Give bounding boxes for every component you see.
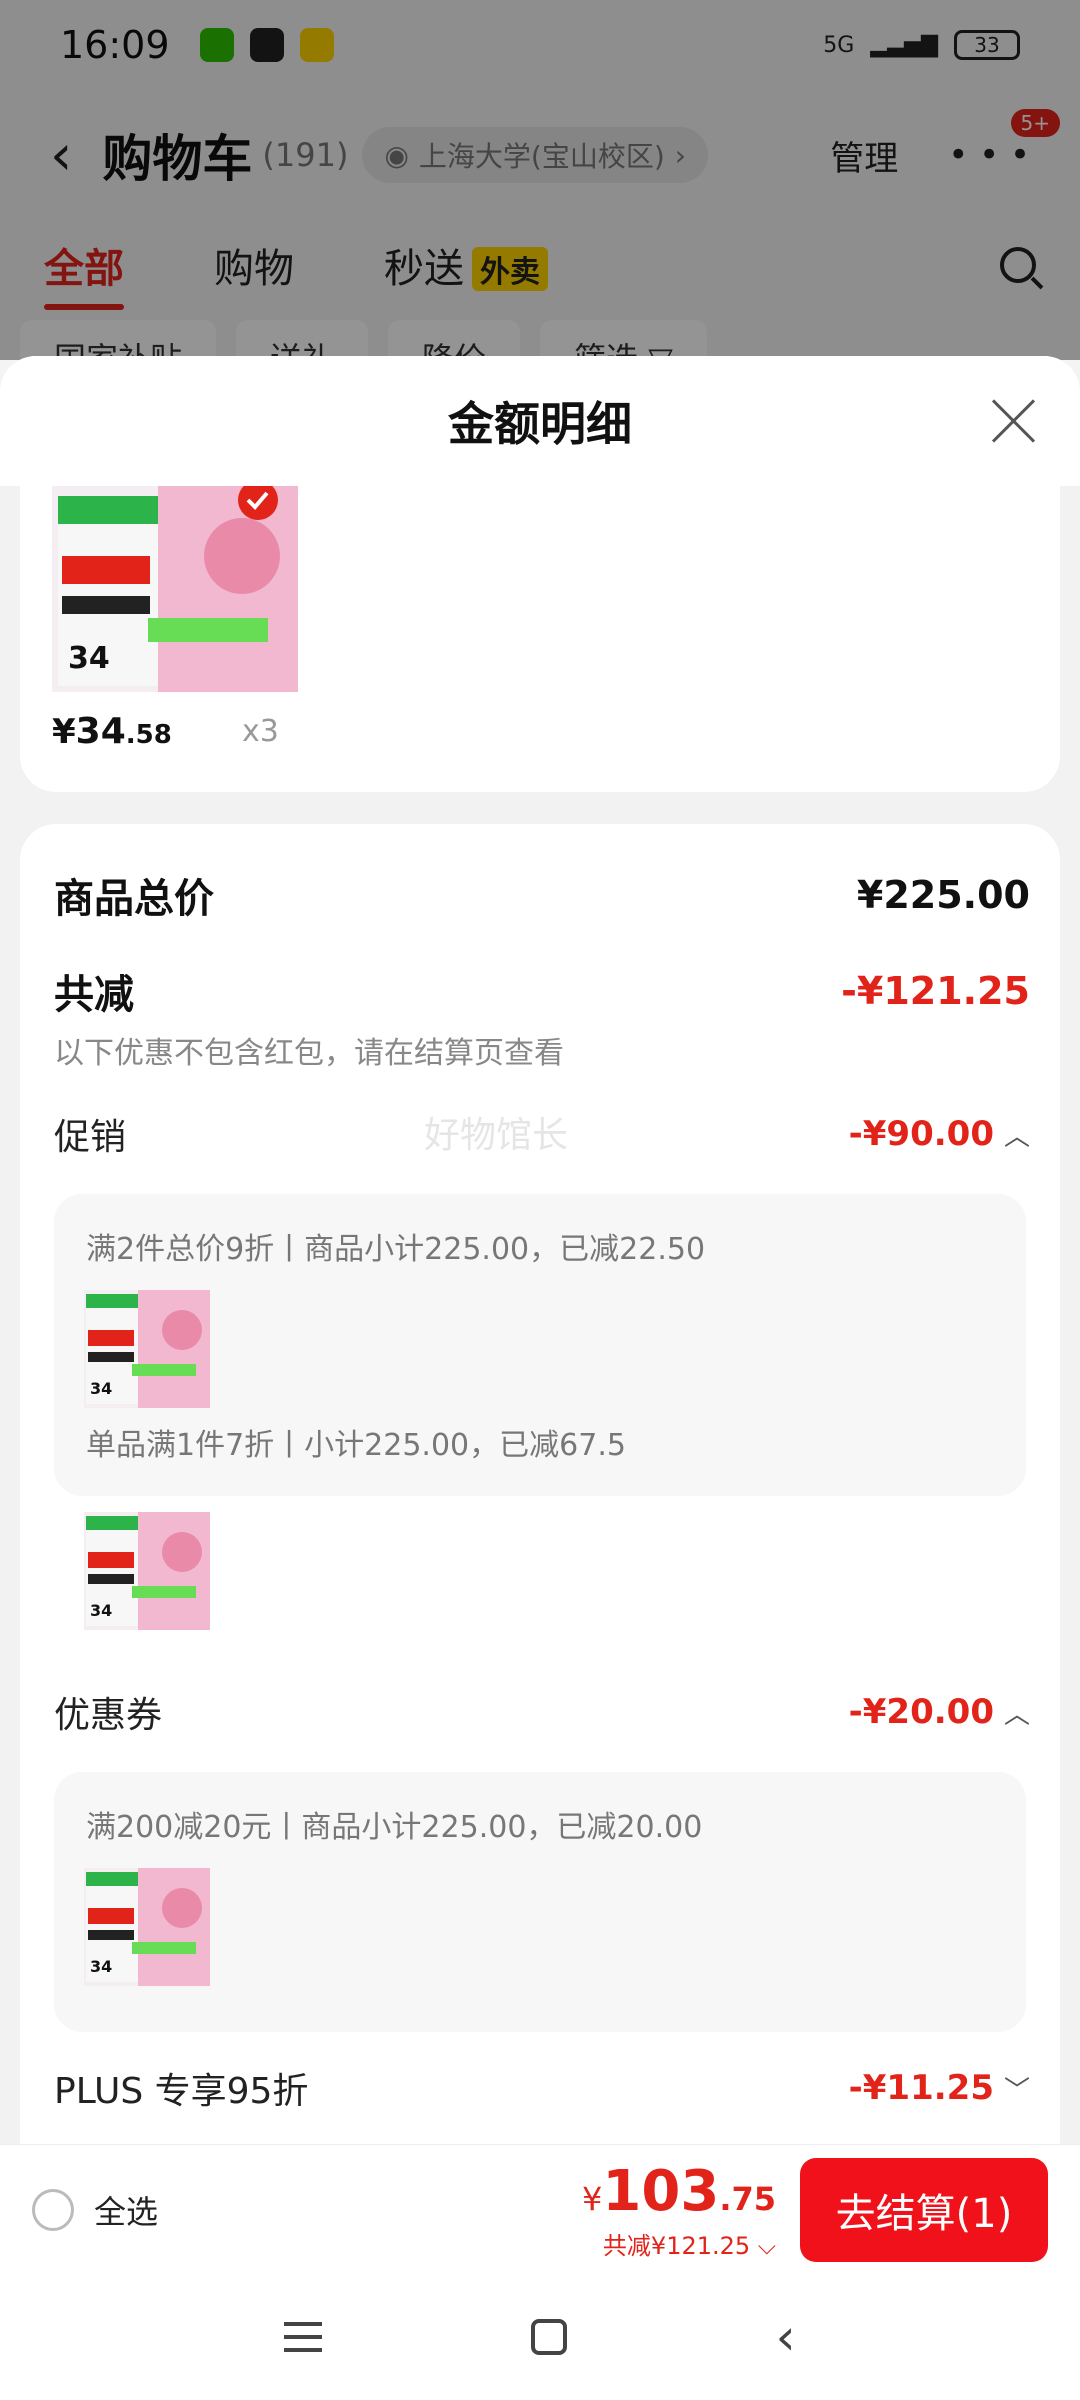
system-nav-bar: ‹ [0, 2274, 1080, 2400]
coupon-product-thumb: 34 [84, 1868, 210, 1986]
plus-row[interactable]: PLUS 专享95折 -¥11.25 ﹀ [54, 2062, 1030, 2114]
coupon-line-1: 满200减20元丨商品小计225.00，已减20.00 [86, 1810, 703, 1845]
amount-detail-card: 商品总价 ¥225.00 共减 -¥121.25 以下优惠不包含红包，请在结算页… [20, 824, 1060, 2224]
total-discount: 共减¥121.25 ⌵ [602, 2231, 776, 2260]
svg-text:34: 34 [68, 641, 110, 676]
price-currency: ¥ [52, 712, 76, 752]
overlay-dim[interactable] [0, 0, 1080, 360]
goods-total-row: 商品总价 ¥225.00 [54, 866, 1030, 924]
product-card: 34 ¥ 34 .58 x3 [20, 486, 1060, 792]
product-quantity: x3 [242, 714, 279, 749]
chevron-up-icon[interactable]: ︿ [1004, 1694, 1030, 1731]
total-currency: ¥ [582, 2179, 603, 2218]
plus-label: PLUS 专享95折 [54, 2071, 309, 2112]
promo-product-thumb-1: 34 [84, 1290, 210, 1408]
rice-product-image: 34 [52, 486, 298, 692]
coupon-value: -¥20.00 [848, 1692, 994, 1732]
menu-icon[interactable] [284, 2322, 323, 2352]
goods-total-label: 商品总价 [54, 876, 214, 922]
price-decimal: .58 [125, 720, 172, 750]
chevron-down-icon[interactable]: ﹀ [1004, 2070, 1030, 2107]
svg-text:34: 34 [90, 1379, 112, 1398]
sheet-title: 金额明细 [448, 397, 632, 451]
coupon-row[interactable]: 优惠券 -¥20.00 ︿ [54, 1686, 1030, 1738]
svg-text:34: 34 [90, 1957, 112, 1976]
coupon-label: 优惠券 [54, 1695, 163, 1736]
discount-label: 共减 [54, 972, 134, 1018]
total-integer: 103 [602, 2158, 720, 2224]
promo-line-1: 满2件总价9折丨商品小计225.00，已减22.50 [86, 1232, 706, 1267]
select-all-radio[interactable] [32, 2188, 74, 2231]
total-summary[interactable]: ¥ 103 .75 共减¥121.25 ⌵ [582, 2159, 776, 2261]
checkout-button[interactable]: 去结算(1) [800, 2157, 1048, 2262]
plus-value: -¥11.25 [848, 2068, 994, 2108]
watermark: 好物馆长 [424, 1115, 569, 1156]
price-integer: 34 [75, 711, 126, 752]
product-price: ¥ 34 .58 [52, 711, 172, 752]
sheet-header: 金额明细 [0, 356, 1080, 486]
promo-label: 促销 [54, 1117, 127, 1158]
select-all-label[interactable]: 全选 [94, 2187, 158, 2233]
promo-product-thumb-2: 34 [84, 1512, 210, 1630]
promo-line-2: 单品满1件7折丨小计225.00，已减67.5 [86, 1428, 626, 1463]
total-decimal: .75 [719, 2179, 776, 2218]
promo-value: -¥90.00 [848, 1114, 994, 1154]
discount-note: 以下优惠不包含红包，请在结算页查看 [54, 1036, 564, 1071]
home-icon[interactable] [530, 2319, 567, 2355]
coupon-detail-box: 满200减20元丨商品小计225.00，已减20.00 34 [54, 1772, 1026, 2032]
total-price: ¥ 103 .75 [582, 2159, 776, 2224]
amount-detail-sheet: 金额明细 34 ¥ 34 .58 x3 商品总价 ¥225.00 共减 -¥12… [0, 356, 1080, 2276]
chevron-up-icon[interactable]: ︿ [1004, 1116, 1030, 1153]
discount-value: -¥121.25 [841, 969, 1030, 1013]
promo-detail-box: 满2件总价9折丨商品小计225.00，已减22.50 34 单品满1件7折丨小计… [54, 1194, 1026, 1496]
close-icon[interactable] [988, 396, 1038, 446]
checkout-bar: 全选 ¥ 103 .75 共减¥121.25 ⌵ 去结算(1) [0, 2144, 1080, 2274]
back-nav-icon[interactable]: ‹ [776, 2308, 796, 2366]
svg-text:34: 34 [90, 1601, 112, 1620]
discount-row: 共减 -¥121.25 [54, 962, 1030, 1020]
goods-total-value: ¥225.00 [856, 873, 1030, 917]
